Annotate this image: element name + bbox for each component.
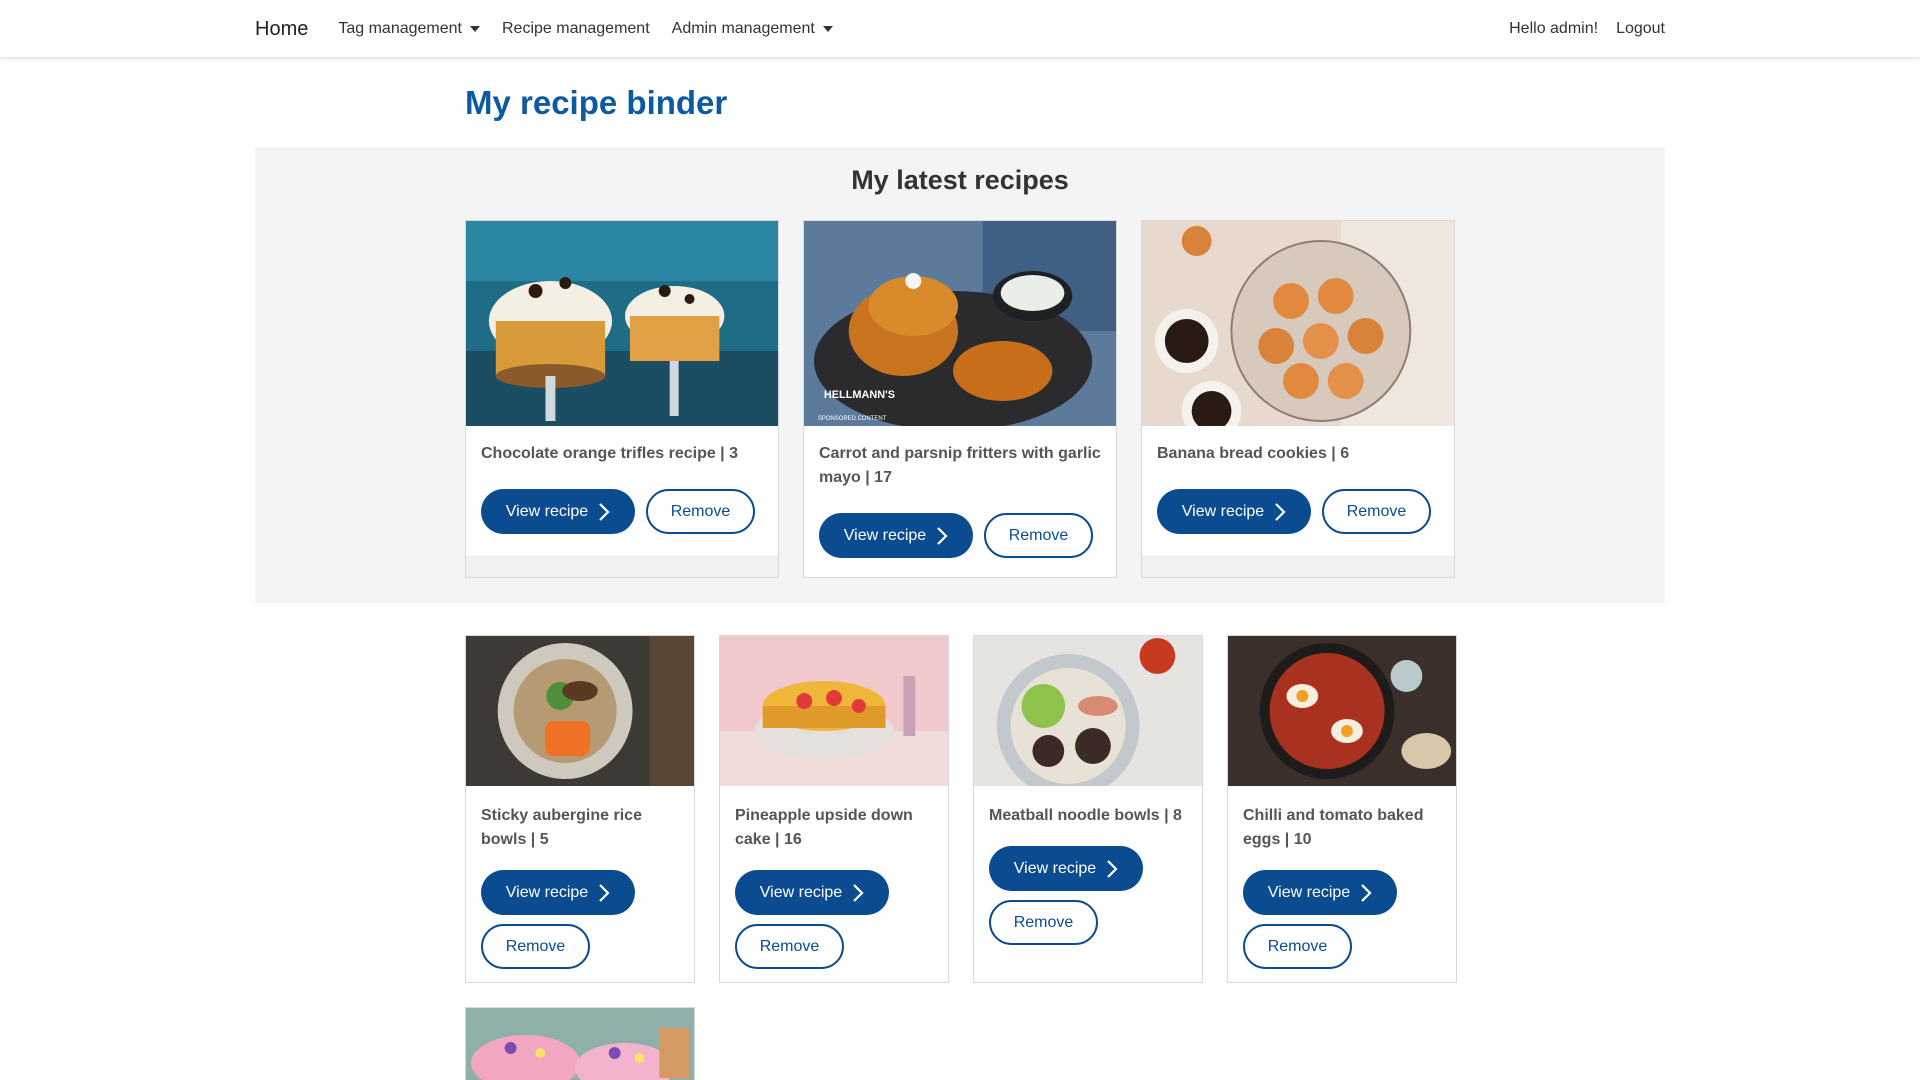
remove-button[interactable]: Remove [646, 489, 755, 534]
tag-management-dropdown[interactable]: Tag management [338, 20, 480, 38]
recipe-title: Carrot and parsnip fritters with garlic … [819, 445, 1101, 486]
recipe-card: Sticky aubergine rice bowls | 5 View rec… [465, 635, 695, 983]
view-recipe-label: View recipe [505, 502, 589, 520]
latest-recipe-card: HELLMANN'S SPONSORED CONTENT Carrot and … [803, 220, 1117, 578]
baked-eggs-photo [1228, 636, 1456, 786]
view-recipe-button[interactable]: View recipe [1243, 870, 1397, 915]
chocolate-trifle-photo [466, 221, 778, 426]
view-recipe-label: View recipe [759, 883, 843, 901]
view-recipe-label: View recipe [1181, 502, 1265, 520]
recipe-card [465, 1007, 695, 1080]
recipe-image[interactable] [466, 1008, 694, 1080]
fritters-photo-watermark: HELLMANN'S [824, 389, 895, 401]
recipe-title: Meatball noodle bowls | 8 [989, 807, 1182, 824]
admin-management-label: Admin management [671, 20, 815, 37]
view-recipe-button[interactable]: View recipe [1157, 489, 1311, 534]
recipe-image[interactable] [720, 636, 948, 786]
latest-recipe-card: Banana bread cookies | 6 View recipe Rem… [1141, 220, 1455, 578]
remove-button[interactable]: Remove [1243, 924, 1352, 969]
logout-link[interactable]: Logout [1616, 20, 1665, 38]
chevron-right-icon [1107, 859, 1118, 878]
recipe-title: Chocolate orange trifles recipe | 3 [481, 445, 738, 462]
navbar-right: Hello admin! Logout [1509, 20, 1665, 38]
recipe-image[interactable] [1228, 636, 1456, 786]
recipe-title: Banana bread cookies | 6 [1157, 445, 1350, 462]
recipe-card: Chilli and tomato baked eggs | 10 View r… [1227, 635, 1457, 983]
greeting-text: Hello admin! [1509, 20, 1599, 37]
caret-down-icon [470, 26, 480, 32]
iced-cakes-photo [466, 1008, 694, 1080]
recipe-image[interactable] [466, 221, 778, 426]
page-title: My recipe binder [465, 84, 728, 121]
chevron-right-icon [1361, 883, 1372, 902]
recipe-title: Pineapple upside down cake | 16 [735, 807, 913, 848]
remove-button[interactable]: Remove [989, 900, 1098, 945]
latest-recipes-heading: My latest recipes [851, 165, 1069, 195]
recipe-title: Sticky aubergine rice bowls | 5 [481, 807, 642, 848]
caret-down-icon [822, 26, 833, 32]
card-footer [1142, 555, 1454, 577]
latest-recipe-card: Chocolate orange trifles recipe | 3 View… [465, 220, 779, 578]
remove-button[interactable]: Remove [735, 924, 844, 969]
navbar-inner: Home Tag management Recipe management Ad… [255, 0, 1665, 58]
recipe-management-label: Recipe management [502, 20, 650, 37]
view-recipe-label: View recipe [1267, 883, 1351, 901]
recipe-image[interactable] [466, 636, 694, 786]
view-recipe-button[interactable]: View recipe [481, 489, 635, 534]
view-recipe-button[interactable]: View recipe [819, 513, 973, 558]
chevron-right-icon [1275, 502, 1286, 521]
remove-button[interactable]: Remove [481, 924, 590, 969]
home-link[interactable]: Home [255, 18, 308, 41]
view-recipe-label: View recipe [1013, 859, 1097, 877]
recipe-management-link[interactable]: Recipe management [502, 20, 650, 38]
view-recipe-label: View recipe [505, 883, 589, 901]
tag-management-label: Tag management [338, 20, 462, 37]
fritters-photo-caption: SPONSORED CONTENT [818, 416, 887, 422]
rice-bowl-photo [466, 636, 694, 786]
fritters-photo: HELLMANN'S SPONSORED CONTENT [804, 221, 1116, 426]
admin-management-dropdown[interactable]: Admin management [672, 20, 833, 38]
view-recipe-button[interactable]: View recipe [735, 870, 889, 915]
chevron-right-icon [937, 526, 948, 545]
cookies-photo [1142, 221, 1454, 426]
recipe-card: Pineapple upside down cake | 16 View rec… [719, 635, 949, 983]
view-recipe-button[interactable]: View recipe [481, 870, 635, 915]
remove-button[interactable]: Remove [1322, 489, 1431, 534]
recipe-image[interactable]: HELLMANN'S SPONSORED CONTENT [804, 221, 1116, 426]
recipe-card: Meatball noodle bowls | 8 View recipe Re… [973, 635, 1203, 983]
recipe-title: Chilli and tomato baked eggs | 10 [1243, 807, 1424, 848]
pineapple-cake-photo [720, 636, 948, 786]
meatball-bowl-photo [974, 636, 1202, 786]
recipe-image[interactable] [974, 636, 1202, 786]
remove-button[interactable]: Remove [984, 513, 1093, 558]
top-navbar: Home Tag management Recipe management Ad… [0, 0, 1920, 58]
view-recipe-label: View recipe [843, 526, 927, 544]
view-recipe-button[interactable]: View recipe [989, 846, 1143, 891]
chevron-right-icon [599, 883, 610, 902]
card-footer [466, 555, 778, 577]
chevron-right-icon [599, 502, 610, 521]
recipe-image[interactable] [1142, 221, 1454, 426]
chevron-right-icon [853, 883, 864, 902]
